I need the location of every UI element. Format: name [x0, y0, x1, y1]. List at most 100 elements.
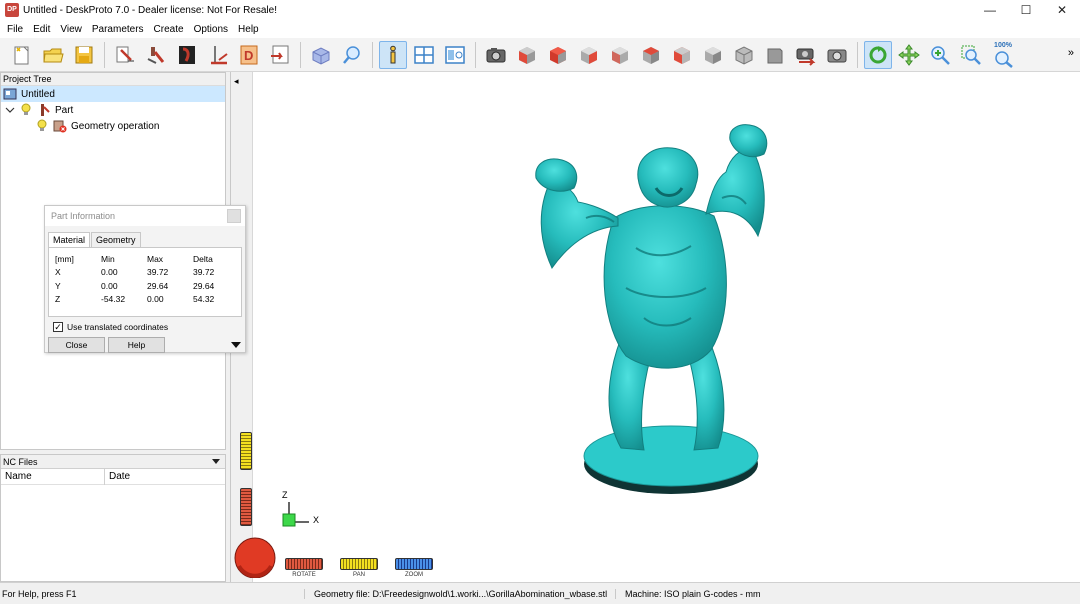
new-file-icon[interactable]	[8, 41, 36, 69]
export-icon[interactable]	[266, 41, 294, 69]
axis-cell: X	[55, 267, 61, 278]
tree-item-geometry-operation[interactable]: Geometry operation	[1, 118, 225, 134]
window-icon[interactable]	[410, 41, 438, 69]
pan-dial[interactable]	[340, 558, 378, 570]
axis-x-label: X	[313, 515, 320, 525]
part-icon[interactable]	[173, 41, 201, 69]
window-title: Untitled - DeskProto 7.0 - Dealer licens…	[23, 4, 277, 16]
status-geometry-file: Geometry file: D:\Freedesignwold\1.worki…	[305, 588, 616, 599]
toolbar-overflow-button[interactable]: »	[1068, 47, 1074, 59]
tree-item-part[interactable]: Part	[1, 102, 225, 118]
menu-file[interactable]: File	[3, 24, 27, 35]
table-row: Z -54.32 0.00 54.32	[55, 293, 241, 307]
dropdown-arrow-icon[interactable]	[211, 458, 221, 466]
menu-parameters[interactable]: Parameters	[88, 24, 148, 35]
close-window-button[interactable]: ✕	[1044, 0, 1080, 20]
tab-geometry[interactable]: Geometry	[91, 232, 141, 247]
max-cell: 39.72	[147, 267, 169, 278]
lightbulb-icon[interactable]	[35, 119, 49, 133]
nc-files-header[interactable]: NC Files	[1, 455, 225, 469]
vertical-rotate-dial[interactable]	[240, 488, 252, 526]
toolbar-separator	[475, 41, 476, 68]
zoom-label: ZOOM	[405, 572, 423, 578]
dialog-tabs: Material Geometry	[45, 232, 245, 247]
info-icon[interactable]	[379, 40, 407, 69]
camera-reset-icon[interactable]	[823, 41, 851, 69]
status-machine: Machine: ISO plain G-codes - mm	[625, 588, 761, 599]
open-folder-icon[interactable]	[39, 41, 67, 69]
3d-model-gorilla[interactable]	[526, 118, 786, 511]
dialog-title-bar[interactable]: Part Information	[45, 206, 245, 226]
chevron-down-icon[interactable]	[5, 103, 15, 117]
translated-coordinates-option: ✓ Use translated coordinates	[53, 322, 245, 332]
cube-back-icon[interactable]	[637, 41, 665, 69]
panel-icon[interactable]	[441, 41, 469, 69]
project-tree-title: Project Tree	[1, 73, 225, 86]
rotate-label: ROTATE	[292, 572, 316, 578]
toolbar-separator	[104, 41, 105, 68]
nc-files-columns: Name Date	[1, 468, 225, 485]
column-header-date[interactable]: Date	[105, 471, 130, 482]
cube-right-icon[interactable]	[606, 41, 634, 69]
cube-front-icon[interactable]	[513, 41, 541, 69]
translated-coordinates-checkbox[interactable]: ✓	[53, 322, 63, 332]
expand-down-icon[interactable]	[230, 340, 242, 350]
cube-iso-icon[interactable]	[699, 41, 727, 69]
cube-top-icon[interactable]	[544, 41, 572, 69]
zoom-in-icon[interactable]	[926, 41, 954, 69]
help-button[interactable]: Help	[108, 337, 165, 353]
column-header-name[interactable]: Name	[1, 468, 105, 485]
cube-view-icon[interactable]	[730, 41, 758, 69]
zoom-window-icon[interactable]	[957, 41, 985, 69]
zoom-percentage-label: 100%	[994, 41, 1012, 49]
view-icon[interactable]	[307, 41, 335, 69]
menu-options[interactable]: Options	[190, 24, 232, 35]
close-button[interactable]: Close	[48, 337, 105, 353]
toolbar-separator	[857, 41, 858, 68]
menu-create[interactable]: Create	[150, 24, 188, 35]
part-tree-icon	[37, 103, 51, 117]
collapse-arrow-icon[interactable]: ◂	[234, 76, 239, 87]
rotate-dial[interactable]	[285, 558, 323, 570]
rotate-dial-knob[interactable]	[233, 536, 279, 578]
tree-item-untitled[interactable]: Untitled	[1, 86, 225, 102]
delta-cell: 29.64	[193, 280, 215, 291]
header-delta: Delta	[193, 253, 213, 264]
drawing-icon[interactable]: D	[235, 41, 263, 69]
max-cell: 0.00	[147, 294, 164, 305]
save-icon[interactable]	[70, 41, 98, 69]
vertical-pan-dial[interactable]	[240, 432, 252, 470]
operation-icon[interactable]	[142, 41, 170, 69]
zoom-100-icon[interactable]: 100%	[988, 41, 1018, 69]
cameras-icon[interactable]	[792, 41, 820, 69]
tab-material[interactable]: Material	[48, 232, 91, 247]
minimize-button[interactable]: —	[972, 0, 1008, 20]
menu-view[interactable]: View	[56, 24, 86, 35]
dialog-close-icon[interactable]	[227, 209, 241, 223]
svg-text:D: D	[244, 48, 253, 63]
cube-left-icon[interactable]	[575, 41, 603, 69]
tree-item-label: Part	[55, 104, 74, 116]
maximize-button[interactable]: ☐	[1008, 0, 1044, 20]
nc-files-title: NC Files	[3, 456, 38, 467]
menu-edit[interactable]: Edit	[29, 24, 54, 35]
pan-label: PAN	[353, 572, 365, 578]
nc-files-panel: NC Files Name Date	[0, 454, 226, 582]
cube-plain-icon[interactable]	[761, 41, 789, 69]
dialog-title: Part Information	[51, 211, 116, 221]
operation-error-icon	[53, 119, 67, 133]
camera-icon[interactable]	[482, 41, 510, 69]
axis-cell: Z	[55, 294, 61, 305]
header-min: Min	[101, 253, 115, 264]
menu-help[interactable]: Help	[234, 24, 263, 35]
lightbulb-icon[interactable]	[19, 103, 33, 117]
3d-viewport[interactable]: ◂ Z X ROTATE PAN ZOOM	[230, 72, 1080, 582]
pan-tool-icon[interactable]	[895, 41, 923, 69]
inspect-icon[interactable]	[338, 41, 366, 69]
toolpath-icon[interactable]	[204, 41, 232, 69]
rotate-tool-icon[interactable]	[864, 40, 892, 69]
cube-bottom-icon[interactable]	[668, 41, 696, 69]
zoom-dial[interactable]	[395, 558, 433, 570]
status-help: For Help, press F1	[0, 588, 305, 599]
wizard-icon[interactable]	[111, 41, 139, 69]
